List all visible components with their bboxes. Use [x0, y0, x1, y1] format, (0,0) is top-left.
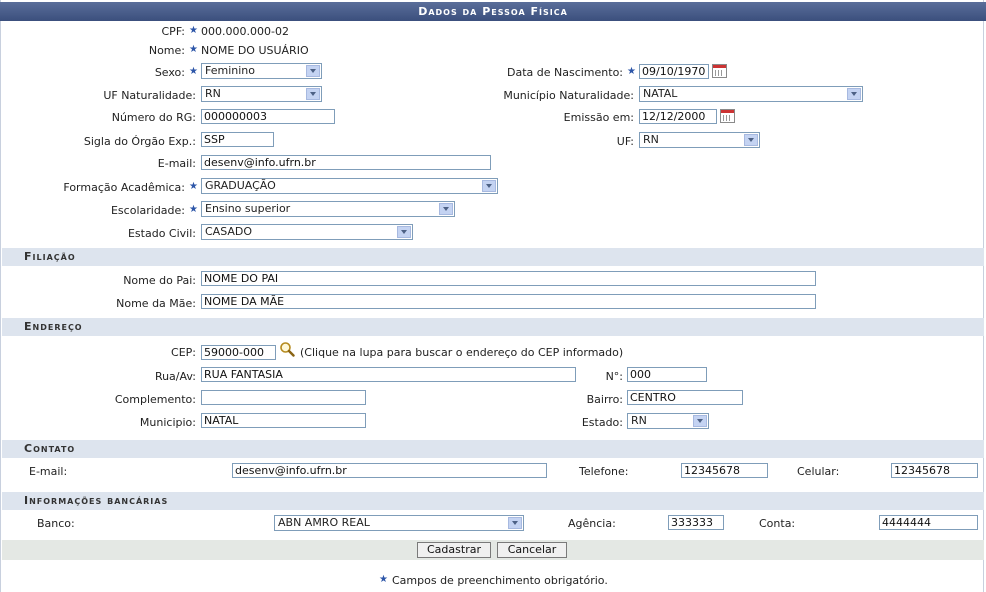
rua-field[interactable]	[201, 367, 576, 382]
chevron-down-icon	[306, 88, 320, 100]
calendar-icon[interactable]	[720, 109, 735, 123]
email-label: E-mail:	[157, 157, 196, 170]
uf-select[interactable]: RN	[639, 132, 760, 148]
form-title: Dados da Pessoa Física	[0, 2, 986, 21]
estado-label: Estado:	[581, 416, 623, 429]
rua-label: Rua/Av:	[154, 370, 196, 383]
required-star-icon: ★	[379, 574, 388, 585]
estado-civil-selected: CASADO	[205, 225, 253, 238]
estado-civil-select[interactable]: CASADO	[201, 224, 413, 240]
celular-field[interactable]	[891, 463, 978, 478]
required-star-icon: ★	[189, 44, 198, 55]
chevron-down-icon	[439, 203, 453, 215]
chevron-down-icon	[508, 517, 522, 529]
telefone-field[interactable]	[681, 463, 768, 478]
municipio-naturalidade-selected: NATAL	[643, 87, 678, 100]
nascimento-label: Data de Nascimento:	[506, 66, 623, 79]
chevron-down-icon	[744, 134, 758, 146]
required-star-icon: ★	[189, 181, 198, 192]
calendar-icon[interactable]	[712, 64, 727, 78]
banco-label: Banco:	[37, 517, 75, 530]
chevron-down-icon	[482, 180, 496, 192]
chevron-down-icon	[693, 415, 707, 427]
section-contato: Contato	[2, 440, 984, 458]
chevron-down-icon	[306, 65, 320, 77]
cpf-value: 000.000.000-02	[201, 25, 289, 38]
section-bancario: Informações bancárias	[2, 492, 984, 510]
chevron-down-icon	[847, 88, 861, 100]
escolaridade-select[interactable]: Ensino superior	[201, 201, 455, 217]
contato-email-field[interactable]	[232, 463, 547, 478]
nome-label: Nome:	[148, 44, 185, 57]
estado-select[interactable]: RN	[627, 413, 709, 429]
cpf-label: CPF:	[161, 25, 186, 38]
required-star-icon: ★	[189, 204, 198, 215]
required-star-icon: ★	[189, 66, 198, 77]
pai-field[interactable]	[201, 271, 816, 286]
section-endereco: Endereço	[2, 318, 984, 336]
rg-label: Número do RG:	[111, 111, 196, 124]
uf-naturalidade-label: UF Naturalidade:	[103, 89, 196, 102]
agencia-field[interactable]	[668, 515, 724, 530]
nome-value: NOME DO USUÁRIO	[201, 44, 309, 57]
required-star-icon: ★	[627, 66, 636, 77]
cep-field[interactable]	[201, 345, 276, 360]
municipio-label: Municipio:	[139, 416, 196, 429]
chevron-down-icon	[397, 226, 411, 238]
email-field[interactable]	[201, 155, 491, 170]
uf-label: UF:	[616, 135, 634, 148]
uf-naturalidade-selected: RN	[205, 87, 221, 100]
banco-select[interactable]: ABN AMRO REAL	[274, 515, 524, 531]
conta-label: Conta:	[759, 517, 796, 530]
conta-field[interactable]	[879, 515, 978, 530]
estado-civil-label: Estado Civil:	[127, 227, 196, 240]
numero-label: N°:	[605, 370, 623, 383]
contato-email-label: E-mail:	[29, 465, 68, 478]
municipio-naturalidade-select[interactable]: NATAL	[639, 86, 863, 102]
required-star-icon: ★	[189, 25, 198, 36]
sexo-selected: Feminino	[205, 64, 255, 77]
cep-hint: (Clique na lupa para buscar o endereço d…	[300, 346, 624, 359]
mae-field[interactable]	[201, 294, 816, 309]
mae-label: Nome da Mãe:	[116, 297, 196, 310]
escolaridade-label: Escolaridade:	[110, 204, 185, 217]
cadastrar-button[interactable]: Cadastrar	[417, 542, 491, 558]
municipio-naturalidade-label: Município Naturalidade:	[503, 89, 634, 102]
numero-field[interactable]	[627, 367, 707, 382]
banco-selected: ABN AMRO REAL	[278, 516, 370, 529]
sexo-label: Sexo:	[154, 66, 185, 79]
cep-label: CEP:	[171, 346, 196, 359]
orgao-label: Sigla do Órgão Exp.:	[83, 135, 196, 148]
button-bar	[2, 540, 984, 560]
agencia-label: Agência:	[568, 517, 616, 530]
pai-label: Nome do Pai:	[123, 274, 196, 287]
rg-field[interactable]	[201, 109, 335, 124]
celular-label: Celular:	[797, 465, 840, 478]
sexo-select[interactable]: Feminino	[201, 63, 322, 79]
formacao-select[interactable]: GRADUAÇÃO	[201, 178, 498, 194]
bairro-label: Bairro:	[586, 393, 623, 406]
required-note: Campos de preenchimento obrigatório.	[392, 574, 608, 587]
telefone-label: Telefone:	[579, 465, 629, 478]
orgao-field[interactable]	[201, 132, 274, 147]
emissao-label: Emissão em:	[563, 111, 634, 124]
magnifier-icon[interactable]	[279, 341, 295, 357]
complemento-label: Complemento:	[114, 393, 196, 406]
uf-naturalidade-select[interactable]: RN	[201, 86, 322, 102]
section-filiacao: Filiação	[2, 248, 984, 266]
bairro-field[interactable]	[627, 390, 743, 405]
municipio-field[interactable]	[201, 413, 366, 428]
formacao-selected: GRADUAÇÃO	[205, 179, 276, 192]
cancelar-button[interactable]: Cancelar	[497, 542, 567, 558]
uf-selected: RN	[643, 133, 659, 146]
estado-selected: RN	[631, 414, 647, 427]
formacao-label: Formação Acadêmica:	[63, 181, 185, 194]
escolaridade-selected: Ensino superior	[205, 202, 291, 215]
emissao-field[interactable]	[639, 109, 717, 124]
complemento-field[interactable]	[201, 390, 366, 405]
nascimento-field[interactable]	[639, 64, 709, 79]
